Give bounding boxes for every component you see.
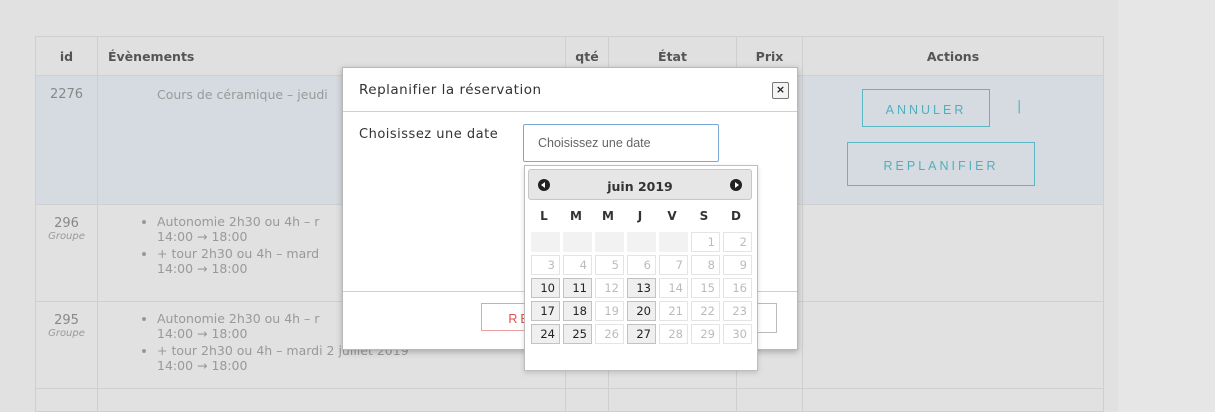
datepicker-month: juin 2019 [607,179,673,194]
calendar-empty-cell [563,232,592,252]
calendar-day: 9 [723,255,752,275]
weekday-label: M [602,209,614,223]
calendar-day[interactable]: 24 [531,324,560,344]
calendar-grid: 1 2 3 4 5 6 7 8 9 10 11 12 13 14 15 16 17 18 19 20 21 22 23 24 2… [531,232,753,344]
action-separator: | [1017,99,1022,114]
table-row [35,388,1104,412]
calendar-day[interactable]: 27 [627,324,656,344]
close-icon[interactable]: × [772,82,789,99]
calendar-day[interactable]: 25 [563,324,592,344]
replanifier-button[interactable]: REPLANIFIER [847,142,1035,186]
datepicker: juin 2019 L M M J V S D 1 2 3 4 5 6 7 8 9 10 11 12 1… [524,165,758,371]
date-input[interactable] [523,124,719,162]
calendar-day: 15 [691,278,720,298]
row-id: 296 [54,216,79,231]
date-label: Choisissez une date [359,127,499,142]
col-id-header: id [35,36,98,76]
weekday-header: L M M J V S D [528,209,754,223]
weekday-label: M [570,209,582,223]
calendar-day: 5 [595,255,624,275]
calendar-day: 21 [659,301,688,321]
calendar-day[interactable]: 18 [563,301,592,321]
calendar-day: 26 [595,324,624,344]
calendar-day: 4 [563,255,592,275]
calendar-day: 8 [691,255,720,275]
calendar-day: 3 [531,255,560,275]
calendar-empty-cell [531,232,560,252]
calendar-day: 2 [723,232,752,252]
calendar-day: 16 [723,278,752,298]
weekday-label: S [699,209,709,223]
calendar-day: 23 [723,301,752,321]
calendar-day[interactable]: 11 [563,278,592,298]
calendar-day[interactable]: 20 [627,301,656,321]
calendar-day: 7 [659,255,688,275]
weekday-label: D [731,209,741,223]
calendar-empty-cell [627,232,656,252]
calendar-day: 22 [691,301,720,321]
calendar-empty-cell [659,232,688,252]
right-panel [1118,0,1215,412]
calendar-day: 14 [659,278,688,298]
datepicker-header: juin 2019 [528,169,752,200]
calendar-day: 28 [659,324,688,344]
calendar-day: 6 [627,255,656,275]
calendar-day[interactable]: 17 [531,301,560,321]
calendar-day: 12 [595,278,624,298]
next-month-icon[interactable] [730,179,742,191]
calendar-day[interactable]: 13 [627,278,656,298]
weekday-label: J [637,209,643,223]
annuler-button[interactable]: ANNULER [862,89,990,127]
row-id: 295 [54,313,79,328]
group-label: Groupe [48,231,85,242]
row-id: 2276 [49,87,84,102]
calendar-empty-cell [595,232,624,252]
calendar-day: 29 [691,324,720,344]
calendar-day: 1 [691,232,720,252]
calendar-day: 30 [723,324,752,344]
modal-title: Replanifier la réservation [359,82,542,98]
col-actions-header: Actions [802,36,1104,76]
weekday-label: V [667,209,677,223]
weekday-label: L [540,209,548,223]
calendar-day: 19 [595,301,624,321]
calendar-day[interactable]: 10 [531,278,560,298]
group-label: Groupe [48,328,85,339]
modal-header: Replanifier la réservation × [343,68,797,112]
